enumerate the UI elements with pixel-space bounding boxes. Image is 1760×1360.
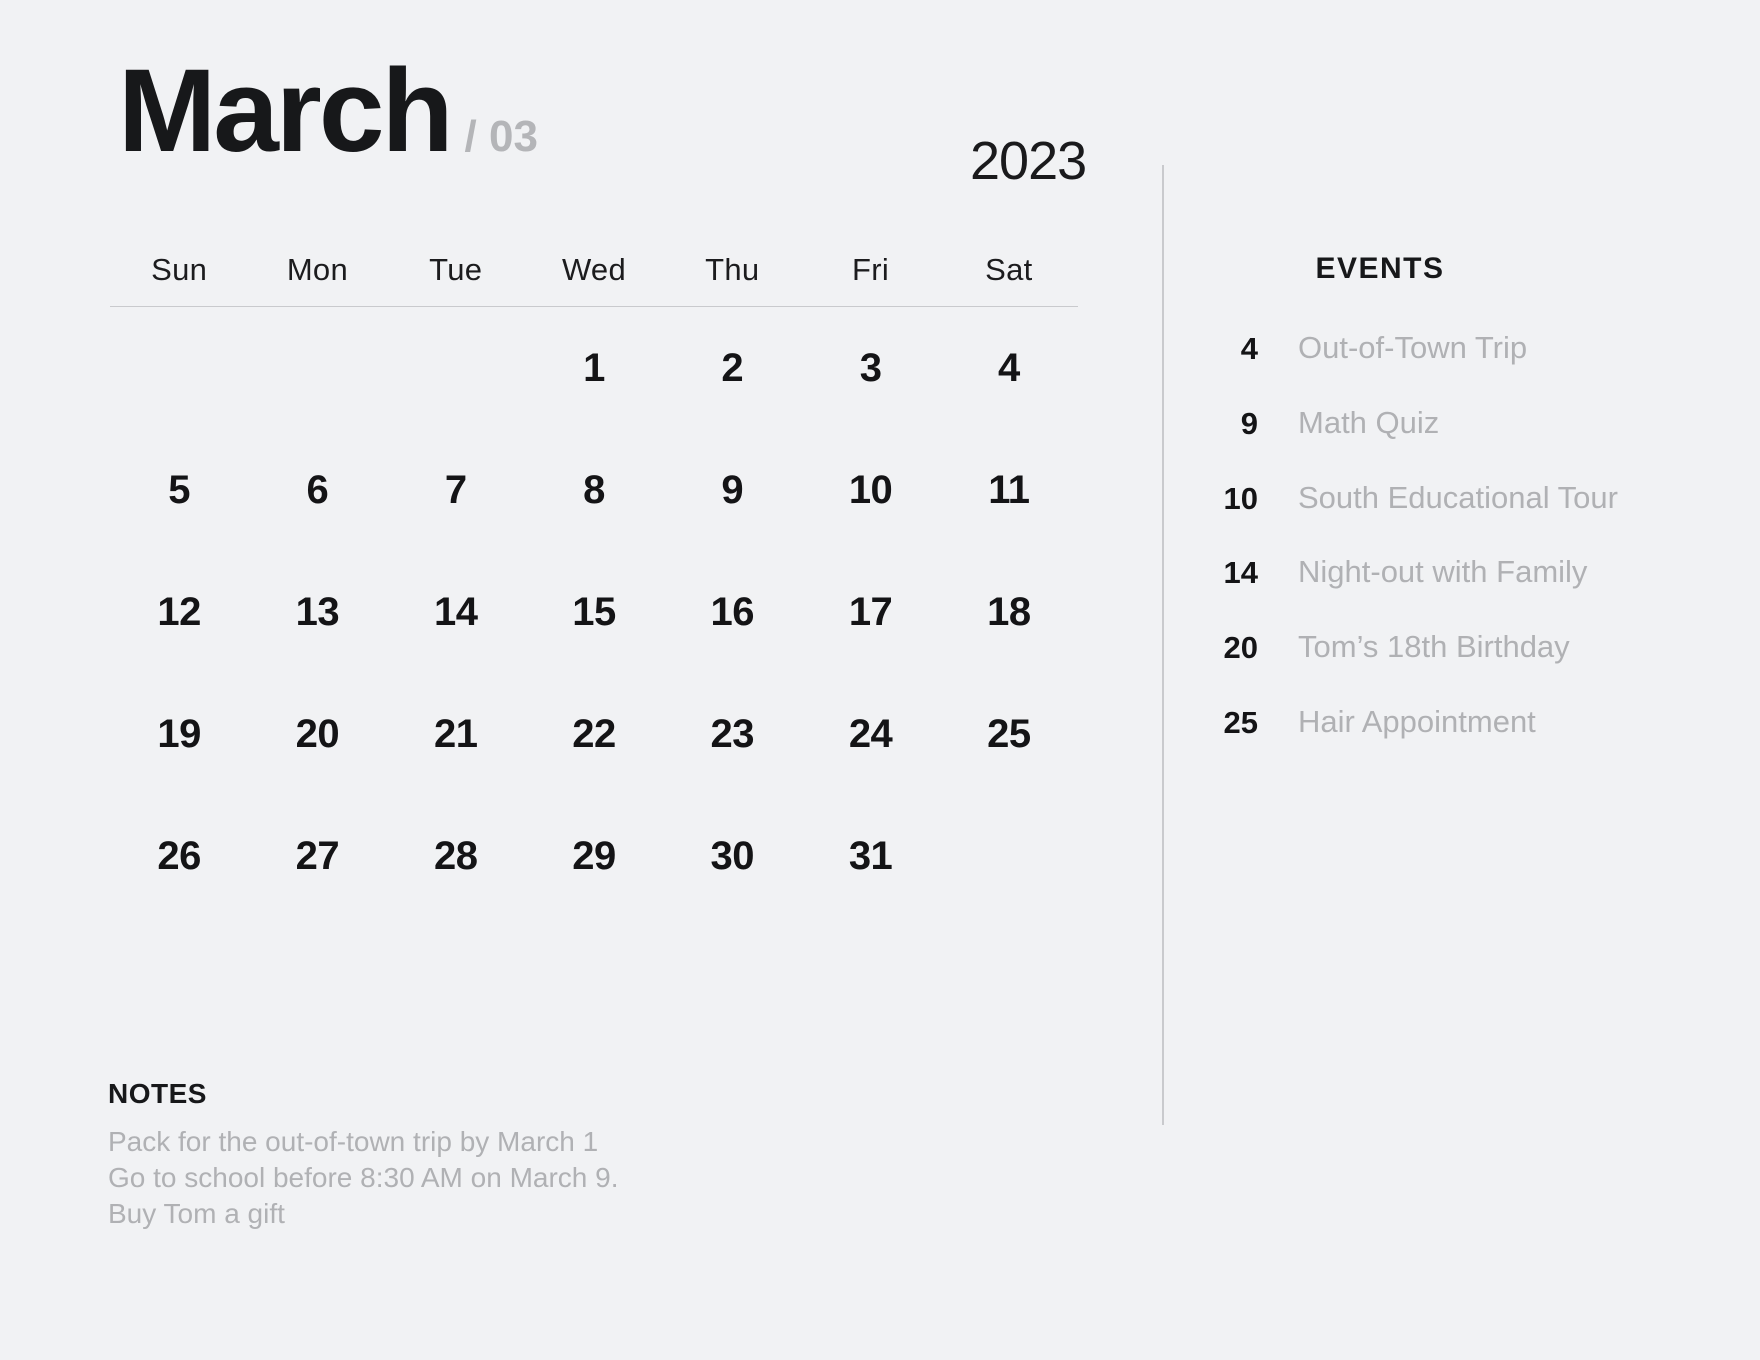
calendar-week-row: 5 6 7 8 9 10 11	[110, 429, 1078, 551]
event-label: Hair Appointment	[1298, 703, 1536, 739]
weekday-sun: Sun	[151, 252, 208, 287]
calendar-day-cell[interactable]: 29	[525, 834, 663, 879]
calendar-day-cell[interactable]: 24	[801, 712, 939, 757]
weekday-fri: Fri	[852, 252, 890, 287]
calendar-day-cell[interactable]: 15	[525, 590, 663, 635]
note-line: Pack for the out-of-town trip by March 1	[108, 1126, 599, 1157]
calendar-day-cell[interactable]: 4	[940, 346, 1078, 391]
calendar-day-cell[interactable]: 17	[801, 590, 939, 635]
title-row: March / 03	[118, 52, 1118, 170]
calendar-day-cell[interactable]: 16	[663, 590, 801, 635]
calendar-week-row: 1 2 3 4	[110, 307, 1078, 429]
event-label: Math Quiz	[1298, 404, 1440, 440]
calendar-day-cell[interactable]: 13	[248, 590, 386, 635]
calendar-day-cell[interactable]: 2	[663, 346, 801, 391]
weekday-mon: Mon	[286, 252, 349, 287]
event-list-item[interactable]: 25 Hair Appointment	[1200, 704, 1630, 743]
vertical-divider	[1162, 165, 1164, 1125]
calendar-day-cell[interactable]: 9	[663, 468, 801, 513]
month-title: March	[118, 45, 454, 177]
notes-section: NOTES Pack for the out-of-town trip by M…	[108, 1078, 1008, 1232]
calendar-day-cell[interactable]: 3	[801, 346, 939, 391]
event-date: 25	[1223, 704, 1258, 740]
calendar-day-cell[interactable]: 22	[525, 712, 663, 757]
note-line: Buy Tom a gift	[108, 1198, 285, 1230]
event-date: 4	[1240, 331, 1258, 366]
calendar-day-cell[interactable]: 20	[248, 712, 386, 757]
calendar-day-cell[interactable]: 28	[387, 834, 525, 879]
calendar-day-cell[interactable]: 5	[110, 468, 248, 513]
calendar-day-cell[interactable]: 6	[248, 468, 386, 513]
year-label: 2023	[970, 131, 1087, 191]
event-list-item[interactable]: 14 Night-out with Family	[1200, 554, 1630, 593]
calendar-page: March / 03 2023 Sun Mon Tue Wed Thu Fri …	[0, 0, 1760, 1360]
calendar-week-row: 12 13 14 15 16 17 18	[110, 551, 1078, 673]
calendar-day-cell[interactable]: 26	[110, 834, 248, 879]
page-header: March / 03	[118, 52, 1118, 192]
events-title: EVENTS	[1315, 252, 1445, 285]
calendar-day-cell[interactable]: 7	[387, 468, 525, 513]
calendar-day-cell[interactable]: 31	[801, 834, 939, 879]
calendar-day-cell[interactable]: 14	[387, 590, 525, 635]
calendar-day-cell[interactable]: 19	[110, 712, 248, 757]
calendar-day-cell[interactable]: 10	[801, 468, 939, 513]
event-list-item[interactable]: 4 Out-of-Town Trip	[1200, 330, 1630, 369]
calendar-day-cell[interactable]: 23	[663, 712, 801, 757]
calendar-day-cell[interactable]: 30	[663, 834, 801, 879]
event-label: Out-of-Town Trip	[1298, 330, 1528, 365]
weekday-thu: Thu	[705, 252, 760, 287]
weekday-wed: Wed	[561, 252, 627, 287]
calendar-day-cell[interactable]: 8	[525, 468, 663, 513]
calendar-day-cell[interactable]: 21	[387, 712, 525, 757]
event-label: Night-out with Family	[1298, 554, 1588, 590]
calendar-day-cell[interactable]: 25	[940, 712, 1078, 757]
notes-title: NOTES	[108, 1078, 207, 1109]
calendar-week-row: 19 20 21 22 23 24 25	[110, 673, 1078, 795]
weekday-sat: Sat	[985, 252, 1033, 287]
calendar-day-cell[interactable]: 18	[940, 590, 1078, 635]
calendar-day-cell[interactable]: 11	[940, 468, 1078, 513]
weekday-header-row: Sun Mon Tue Wed Thu Fri Sat	[110, 252, 1078, 307]
event-date: 9	[1240, 405, 1258, 441]
calendar-grid: Sun Mon Tue Wed Thu Fri Sat 1 2 3 4 5 6 …	[110, 252, 1078, 917]
weekday-tue: Tue	[429, 252, 483, 287]
event-date: 20	[1223, 630, 1258, 665]
calendar-week-row: 26 27 28 29 30 31	[110, 795, 1078, 917]
event-list-item[interactable]: 20 Tom’s 18th Birthday	[1200, 629, 1630, 668]
calendar-day-cell[interactable]: 12	[110, 590, 248, 635]
month-number: / 03	[464, 112, 538, 161]
event-label: South Educational Tour	[1298, 479, 1618, 515]
calendar-day-cell[interactable]: 27	[248, 834, 386, 879]
calendar-day-cell[interactable]: 1	[525, 346, 663, 391]
events-panel: EVENTS 4 Out-of-Town Trip 9 Math Quiz 10…	[1200, 252, 1630, 779]
event-date: 14	[1223, 555, 1258, 591]
event-list-item[interactable]: 9 Math Quiz	[1200, 405, 1630, 444]
note-line: Go to school before 8:30 AM on March 9.	[108, 1162, 619, 1194]
calendar-weeks: 1 2 3 4 5 6 7 8 9 10 11 12 13 14 15 16 1…	[110, 307, 1078, 917]
event-list-item[interactable]: 10 South Educational Tour	[1200, 480, 1630, 519]
event-date: 10	[1223, 480, 1258, 516]
event-label: Tom’s 18th Birthday	[1298, 629, 1570, 664]
